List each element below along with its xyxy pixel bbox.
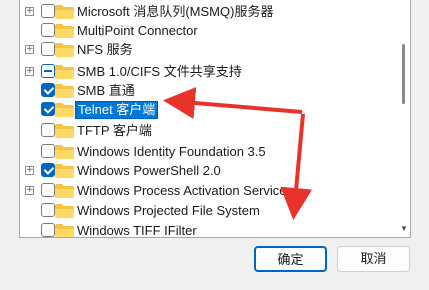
feature-checkbox[interactable] (41, 203, 55, 217)
folder-icon (55, 24, 74, 38)
feature-label[interactable]: Windows Identity Foundation 3.5 (75, 144, 268, 160)
folder-icon (55, 5, 74, 19)
expand-plus-icon[interactable]: + (25, 67, 34, 76)
feature-checkbox[interactable] (41, 183, 55, 197)
feature-row[interactable]: SMB 直通 (20, 81, 400, 101)
vertical-scrollbar[interactable]: ▼ (400, 0, 408, 237)
feature-label[interactable]: TFTP 客户端 (75, 123, 154, 139)
folder-icon (55, 103, 74, 117)
folder-icon (55, 224, 74, 237)
folder-icon (55, 184, 74, 198)
feature-checkbox[interactable] (41, 163, 55, 177)
feature-row[interactable]: + SMB 1.0/CIFS 文件共享支持 (20, 62, 400, 82)
scroll-down-arrow-icon[interactable]: ▼ (400, 225, 408, 233)
feature-label[interactable]: NFS 服务 (75, 42, 135, 58)
feature-checkbox[interactable] (41, 144, 55, 158)
feature-label[interactable]: Microsoft 消息队列(MSMQ)服务器 (75, 4, 275, 20)
feature-label[interactable]: SMB 直通 (75, 83, 137, 99)
feature-label[interactable]: Windows PowerShell 2.0 (75, 163, 223, 179)
feature-checkbox[interactable] (41, 64, 55, 78)
feature-checkbox[interactable] (41, 223, 55, 237)
feature-checkbox[interactable] (41, 102, 55, 116)
feature-row[interactable]: + Windows PowerShell 2.0 (20, 161, 400, 181)
folder-icon (55, 204, 74, 218)
expand-plus-icon[interactable]: + (25, 7, 34, 16)
feature-label[interactable]: SMB 1.0/CIFS 文件共享支持 (75, 64, 244, 80)
feature-row[interactable]: MultiPoint Connector (20, 21, 400, 41)
folder-icon (55, 65, 74, 79)
windows-features-tree[interactable]: + Microsoft 消息队列(MSMQ)服务器 MultiPoint Conne… (19, 0, 411, 238)
folder-icon (55, 124, 74, 138)
feature-label[interactable]: Windows TIFF IFilter (75, 223, 199, 237)
feature-checkbox[interactable] (41, 42, 55, 56)
expand-plus-icon[interactable]: + (25, 45, 34, 54)
feature-row[interactable]: + Windows Process Activation Service (20, 181, 400, 201)
feature-row[interactable]: Windows Projected File System (20, 201, 400, 221)
folder-icon (55, 43, 74, 57)
feature-label[interactable]: Windows Process Activation Service (75, 183, 289, 199)
feature-row[interactable]: TFTP 客户端 (20, 121, 400, 141)
feature-label[interactable]: Windows Projected File System (75, 203, 262, 219)
folder-icon (55, 84, 74, 98)
feature-checkbox[interactable] (41, 23, 55, 37)
feature-row[interactable]: + NFS 服务 (20, 40, 400, 60)
feature-checkbox[interactable] (41, 4, 55, 18)
feature-label[interactable]: MultiPoint Connector (75, 23, 200, 39)
feature-checkbox[interactable] (41, 123, 55, 137)
feature-row[interactable]: Windows TIFF IFilter (20, 221, 400, 237)
expand-plus-icon[interactable]: + (25, 166, 34, 175)
folder-icon (55, 145, 74, 159)
folder-icon (55, 164, 74, 178)
feature-row[interactable]: Telnet 客户端 (20, 100, 400, 120)
expand-plus-icon[interactable]: + (25, 186, 34, 195)
feature-row[interactable]: + Microsoft 消息队列(MSMQ)服务器 (20, 2, 400, 22)
feature-checkbox[interactable] (41, 83, 55, 97)
ok-button[interactable]: 确定 (254, 246, 327, 272)
cancel-button[interactable]: 取消 (337, 246, 410, 272)
feature-label[interactable]: Telnet 客户端 (75, 101, 159, 119)
scrollbar-thumb[interactable] (402, 44, 405, 104)
feature-row[interactable]: Windows Identity Foundation 3.5 (20, 142, 400, 162)
